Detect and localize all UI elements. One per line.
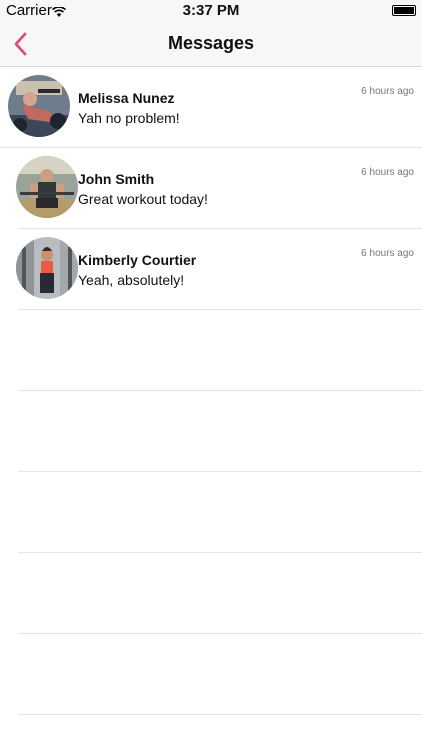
messages-list: Melissa Nunez Yah no problem! 6 hours ag… (0, 67, 422, 715)
empty-list-row (18, 391, 422, 472)
status-time: 3:37 PM (182, 2, 240, 19)
avatar (16, 237, 78, 299)
empty-list-row (18, 472, 422, 553)
message-row-john-smith[interactable]: John Smith Great workout today! 6 hours … (16, 148, 422, 229)
avatar (8, 75, 70, 137)
message-preview: Great workout today! (78, 191, 208, 207)
contact-name: Melissa Nunez (78, 90, 175, 106)
message-timestamp: 6 hours ago (361, 86, 414, 97)
battery-level-fill (394, 7, 414, 14)
message-timestamp: 6 hours ago (361, 248, 414, 259)
battery-icon (392, 5, 416, 16)
contact-name: Kimberly Courtier (78, 252, 197, 268)
empty-list-row (18, 634, 422, 715)
status-bar: Carrier 3:37 PM (0, 0, 422, 22)
page-title: Messages (167, 33, 255, 53)
message-preview: Yah no problem! (78, 110, 180, 126)
message-timestamp: 6 hours ago (361, 167, 414, 178)
navigation-bar: Messages (0, 22, 422, 67)
message-row-melissa-nunez[interactable]: Melissa Nunez Yah no problem! 6 hours ag… (0, 67, 422, 148)
empty-list-row (18, 553, 422, 634)
avatar (16, 156, 78, 218)
empty-list-row (18, 310, 422, 391)
message-row-kimberly-courtier[interactable]: Kimberly Courtier Yeah, absolutely! 6 ho… (16, 229, 422, 310)
message-preview: Yeah, absolutely! (78, 272, 185, 288)
contact-name: John Smith (78, 171, 155, 187)
